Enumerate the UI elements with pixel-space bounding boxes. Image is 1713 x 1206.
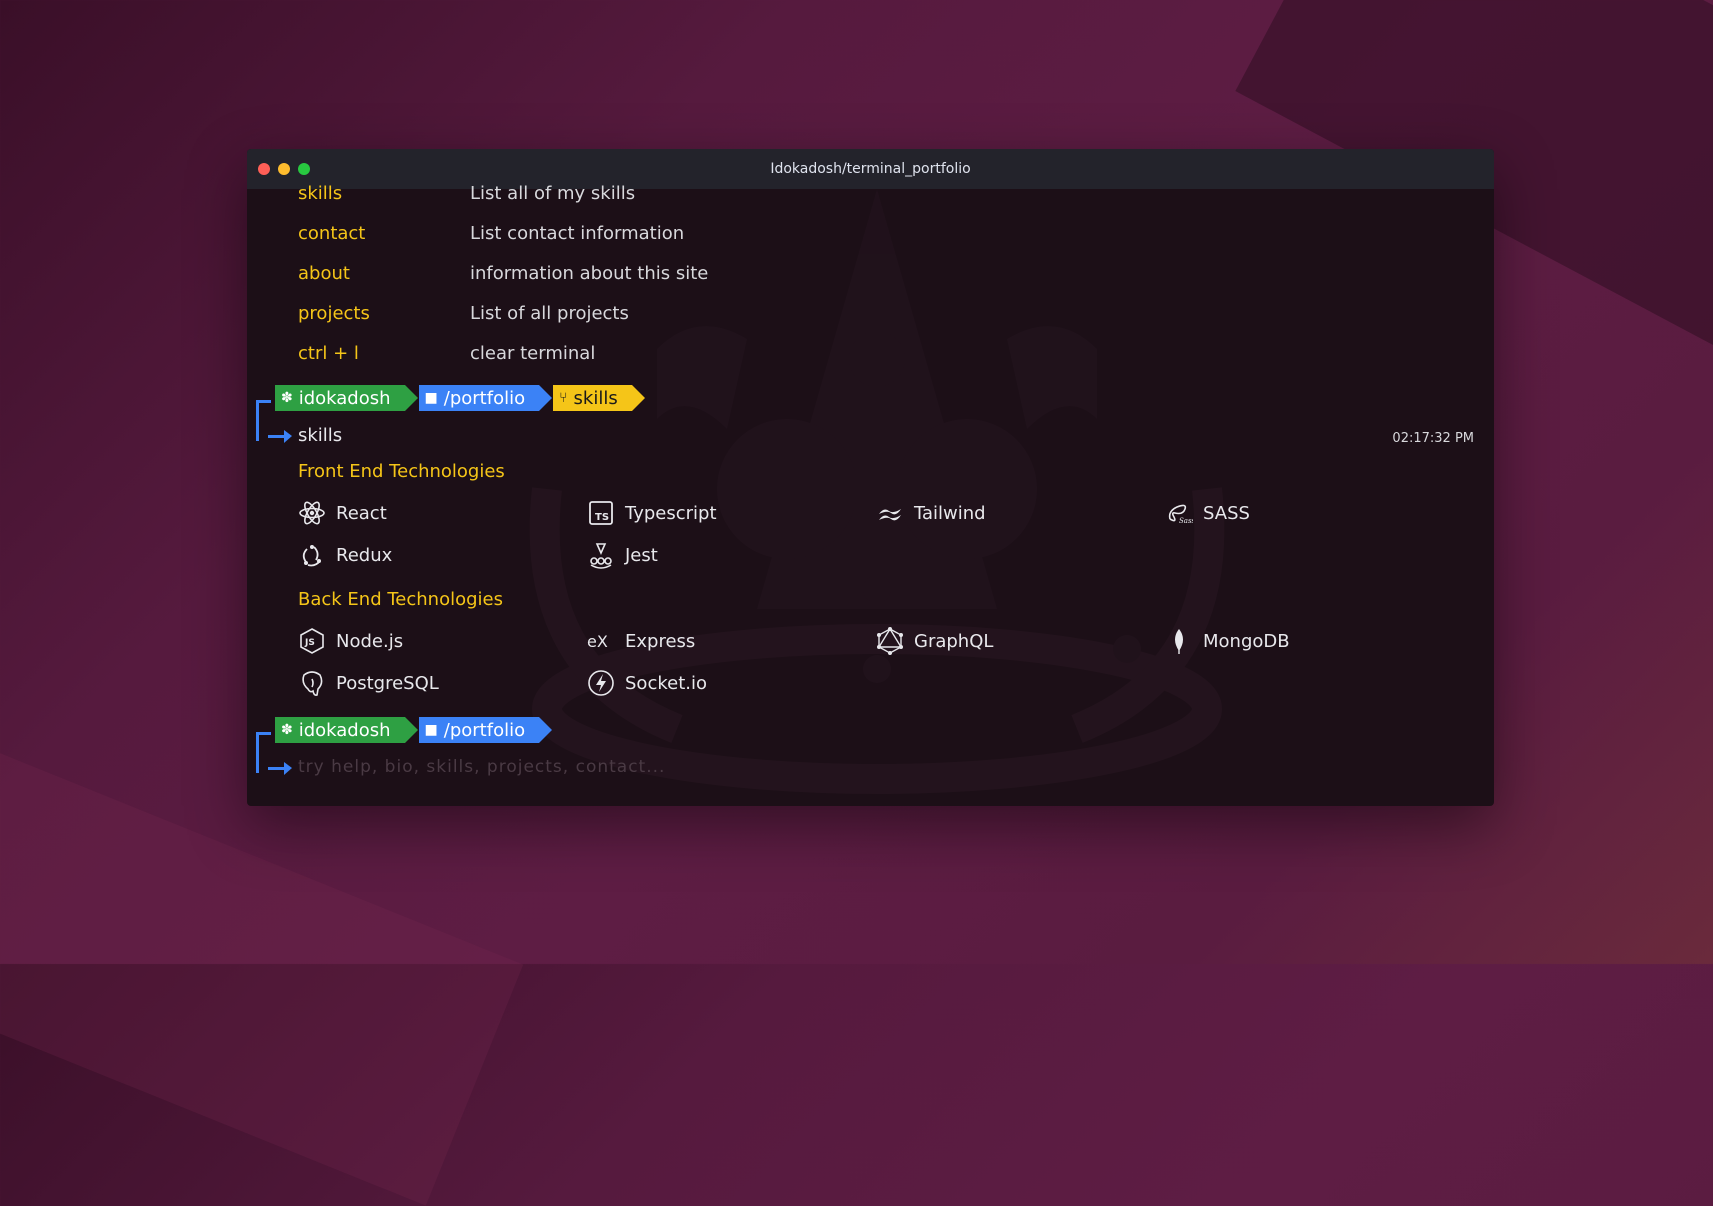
prompt-line: ✽ idokadosh ■ /portfolio <box>275 717 553 743</box>
titlebar: Idokadosh/terminal_portfolio <box>247 149 1494 189</box>
prompt-user: ✽ idokadosh <box>275 717 418 743</box>
folder-icon: ■ <box>424 722 438 738</box>
window-title: Idokadosh/terminal_portfolio <box>770 161 971 177</box>
help-command: skills <box>298 183 343 204</box>
postgresql-icon <box>302 671 323 696</box>
prompt-user-label: idokadosh <box>298 719 391 741</box>
skill-label: Socket.io <box>625 672 707 694</box>
express-icon: eX <box>587 632 608 651</box>
terminal-window: Idokadosh/terminal_portfolio skills List… <box>247 149 1494 806</box>
maximize-button[interactable] <box>298 163 310 175</box>
jest-icon <box>590 543 612 569</box>
react-icon <box>299 501 325 525</box>
svg-text:JS: JS <box>304 638 315 648</box>
skill-label: Redux <box>336 544 393 566</box>
skill-label: Node.js <box>336 630 404 652</box>
prompt-user-label: idokadosh <box>298 387 391 409</box>
skill-item: GraphQL <box>876 627 993 655</box>
timestamp: 02:17:32 PM <box>1392 431 1474 446</box>
skill-label: Express <box>625 630 696 652</box>
svg-text:eX: eX <box>587 632 608 651</box>
skill-item: Socket.io <box>587 669 707 697</box>
skill-item: Tailwind <box>876 499 986 527</box>
skill-label: GraphQL <box>914 630 994 652</box>
svg-text:Sass: Sass <box>1179 517 1193 525</box>
help-description: List all of my skills <box>470 183 636 204</box>
skill-item: eX Express <box>587 627 695 655</box>
skill-item: Redux <box>298 541 392 569</box>
skill-label: Typescript <box>625 502 717 524</box>
prompt-branch: ⑂ skills <box>553 385 645 411</box>
prompt-path: ■ /portfolio <box>418 385 552 411</box>
help-description: List of all projects <box>470 303 629 324</box>
prompt-arrow-icon <box>268 762 292 775</box>
prompt-path: ■ /portfolio <box>418 717 552 743</box>
help-description: List contact information <box>470 223 685 244</box>
skill-item: React <box>298 499 387 527</box>
mongodb-icon <box>1175 629 1183 654</box>
help-description: clear terminal <box>470 343 596 364</box>
frontend-title: Front End Technologies <box>298 461 505 482</box>
backend-title: Back End Technologies <box>298 589 503 610</box>
skill-item: JS Node.js <box>298 627 403 655</box>
gear-icon: ✽ <box>281 390 293 406</box>
help-description: information about this site <box>470 263 709 284</box>
redux-icon <box>302 545 321 567</box>
prompt-user: ✽ idokadosh <box>275 385 418 411</box>
skill-item: MongoDB <box>1165 627 1290 655</box>
skill-label: MongoDB <box>1203 630 1290 652</box>
prompt-path-label: /portfolio <box>443 719 526 741</box>
help-command: ctrl + l <box>298 343 359 364</box>
prompt-branch-label: skills <box>573 387 618 409</box>
entered-command: skills <box>298 425 343 446</box>
svg-text:TS: TS <box>595 512 609 523</box>
skill-item: TS Typescript <box>587 499 717 527</box>
skill-item: Sass SASS <box>1165 499 1250 527</box>
skill-label: PostgreSQL <box>336 672 439 694</box>
tailwind-icon <box>879 509 901 521</box>
help-command: about <box>298 263 350 284</box>
help-command: projects <box>298 303 370 324</box>
prompt-path-label: /portfolio <box>443 387 526 409</box>
graphql-icon <box>877 627 903 655</box>
skill-label: Tailwind <box>914 502 986 524</box>
skill-label: React <box>336 502 387 524</box>
minimize-button[interactable] <box>278 163 290 175</box>
sass-icon: Sass <box>1168 504 1193 525</box>
socketio-icon <box>588 670 614 696</box>
close-button[interactable] <box>258 163 270 175</box>
skill-item: PostgreSQL <box>298 669 439 697</box>
nodejs-icon: JS <box>300 628 324 654</box>
git-branch-icon: ⑂ <box>559 390 568 406</box>
prompt-arrow-icon <box>268 430 292 443</box>
skill-label: SASS <box>1203 502 1250 524</box>
command-input[interactable]: try help, bio, skills, projects, contact… <box>298 757 665 777</box>
folder-icon: ■ <box>424 390 438 406</box>
help-command: contact <box>298 223 366 244</box>
gear-icon: ✽ <box>281 722 293 738</box>
skill-item: Jest <box>587 541 658 569</box>
typescript-icon: TS <box>589 501 613 525</box>
prompt-line: ✽ idokadosh ■ /portfolio ⑂ skills <box>275 385 646 411</box>
skill-label: Jest <box>625 544 658 566</box>
